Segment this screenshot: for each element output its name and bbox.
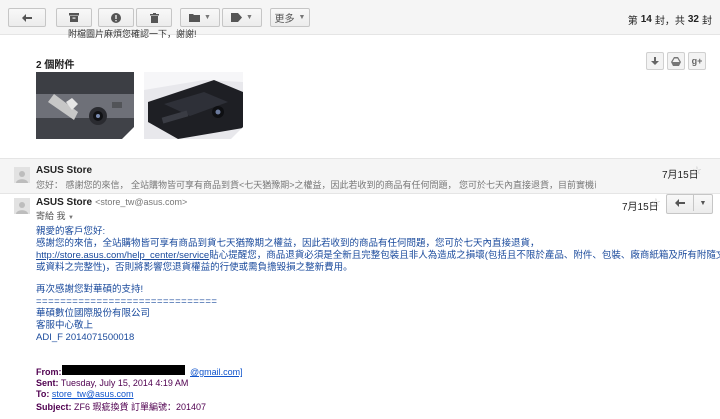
pagination-counter: 第 14 封，共 32 封 bbox=[628, 12, 712, 27]
chevron-down-icon: ▼ bbox=[699, 199, 707, 207]
body-department: 客服中心敬上 bbox=[36, 320, 94, 331]
pager-total: 32 bbox=[687, 14, 699, 25]
person-icon bbox=[16, 171, 28, 183]
folder-icon bbox=[189, 14, 201, 22]
label-tag-icon bbox=[231, 13, 243, 22]
archive-button[interactable] bbox=[56, 8, 92, 27]
collapsed-snippet: 您好： 感謝您的來信， 全站購物皆可享有商品到貨<七天猶豫期>之權益，因此若收到… bbox=[36, 180, 596, 190]
report-spam-button[interactable] bbox=[98, 8, 134, 27]
delete-button[interactable] bbox=[136, 8, 172, 27]
attachment-actions: g+ bbox=[646, 52, 706, 70]
quoted-subject-label: Subject: bbox=[36, 402, 72, 412]
avatar bbox=[14, 167, 30, 183]
person-icon bbox=[16, 202, 28, 214]
phone-back-camera-photo bbox=[36, 72, 134, 139]
reply-button-group: ▼ bbox=[666, 194, 713, 214]
body-line-3: 或資料之完整性)，否則將影響您退貨權益的行使或需負擔毀損之整新費用。 bbox=[36, 262, 353, 273]
attachments-title: 2 個附件 bbox=[36, 60, 75, 71]
body-line-2-text: 貼心提醒您，商品退貨必須是全新且完整包裝且非人為造成之損壞(包括且不限於產品、附… bbox=[209, 250, 720, 261]
thumbnail-corner bbox=[231, 127, 243, 139]
collapsed-sender: ASUS Store bbox=[36, 165, 93, 176]
pager-current: 14 bbox=[640, 14, 652, 25]
quoted-from-label: From: bbox=[36, 367, 62, 377]
download-icon bbox=[651, 56, 659, 65]
back-button[interactable] bbox=[8, 8, 46, 27]
body-greeting: 親愛的客戶您好: bbox=[36, 226, 106, 237]
share-google-plus-button[interactable]: g+ bbox=[688, 52, 706, 70]
quoted-subject-value: ZF6 瑕疵換貨 訂單編號：201407 bbox=[74, 402, 207, 412]
quoted-sent-value: Tuesday, July 15, 2014 4:19 AM bbox=[60, 378, 189, 388]
drive-icon bbox=[671, 56, 681, 66]
quoted-to: To: store_tw@asus.com bbox=[36, 389, 134, 399]
back-arrow-icon bbox=[22, 13, 32, 22]
body-ticket: ADI_F 2014071500018 bbox=[36, 332, 135, 343]
quoted-from-value[interactable]: @gmail.com] bbox=[190, 367, 243, 377]
save-to-drive-button[interactable] bbox=[667, 52, 685, 70]
pager-prefix: 第 bbox=[627, 16, 638, 27]
quoted-subject: Subject: ZF6 瑕疵換貨 訂單編號：201407 bbox=[36, 400, 206, 413]
pager-mid: 封，共 bbox=[654, 16, 685, 27]
google-plus-icon: g+ bbox=[691, 56, 703, 66]
pager-suffix: 封 bbox=[702, 16, 712, 27]
more-label: 更多 bbox=[274, 14, 295, 25]
more-actions-dropdown[interactable]: ▼ bbox=[694, 195, 712, 211]
chevron-down-icon: ▼ bbox=[298, 14, 306, 21]
recipient-label: 寄給 我 bbox=[36, 211, 66, 221]
reply-button[interactable] bbox=[667, 195, 694, 211]
star-icon[interactable]: ☆ bbox=[692, 164, 702, 177]
chevron-down-icon: ▼ bbox=[204, 14, 211, 21]
previous-message-tail: 附檔圖片麻煩您確認一下，謝謝! bbox=[68, 29, 197, 39]
service-link[interactable]: http://store.asus.com/help_center/servic… bbox=[36, 250, 209, 261]
star-icon[interactable]: ☆ bbox=[651, 196, 661, 209]
sender-name: ASUS Store bbox=[36, 197, 93, 208]
body-thanks: 再次感謝您對華碩的支持! bbox=[36, 284, 144, 295]
expanded-sender: ASUS Store <store_tw@asus.com> bbox=[36, 197, 187, 208]
avatar bbox=[14, 198, 30, 214]
report-spam-icon bbox=[111, 12, 121, 23]
attachment-thumbnail-2[interactable] bbox=[144, 72, 243, 139]
chevron-down-icon: ▼ bbox=[68, 215, 74, 221]
chevron-down-icon: ▼ bbox=[246, 14, 253, 21]
body-divider: ============================== bbox=[36, 296, 218, 307]
labels-button[interactable]: ▼ bbox=[222, 8, 262, 27]
archive-icon bbox=[69, 13, 79, 22]
body-line-1: 感謝您的來信，全站購物皆可享有商品到貨七天猶豫期之權益，因此若收到的商品有任何問… bbox=[36, 238, 540, 249]
quoted-sent: Sent: Tuesday, July 15, 2014 4:19 AM bbox=[36, 378, 188, 388]
collapsed-message[interactable]: ASUS Store 您好： 感謝您的來信， 全站購物皆可享有商品到貨<七天猶豫… bbox=[0, 158, 720, 194]
phone-back-on-desk-photo bbox=[144, 72, 243, 139]
sender-email: <store_tw@asus.com> bbox=[95, 197, 188, 207]
trash-icon bbox=[149, 12, 159, 23]
quoted-to-value[interactable]: store_tw@asus.com bbox=[52, 389, 134, 399]
thumbnail-corner bbox=[122, 127, 134, 139]
body-line-2: http://store.asus.com/help_center/servic… bbox=[36, 250, 720, 262]
redaction-bar bbox=[62, 365, 185, 375]
quoted-sent-label: Sent: bbox=[36, 378, 59, 388]
attachment-thumbnail-1[interactable] bbox=[36, 72, 134, 139]
recipient-line[interactable]: 寄給 我 ▼ bbox=[36, 209, 74, 222]
quoted-to-label: To: bbox=[36, 389, 50, 399]
download-all-button[interactable] bbox=[646, 52, 664, 70]
more-button[interactable]: 更多 ▼ bbox=[270, 8, 310, 27]
reply-icon bbox=[675, 199, 685, 207]
move-to-button[interactable]: ▼ bbox=[180, 8, 220, 27]
body-company: 華碩數位國際股份有限公司 bbox=[36, 308, 151, 319]
